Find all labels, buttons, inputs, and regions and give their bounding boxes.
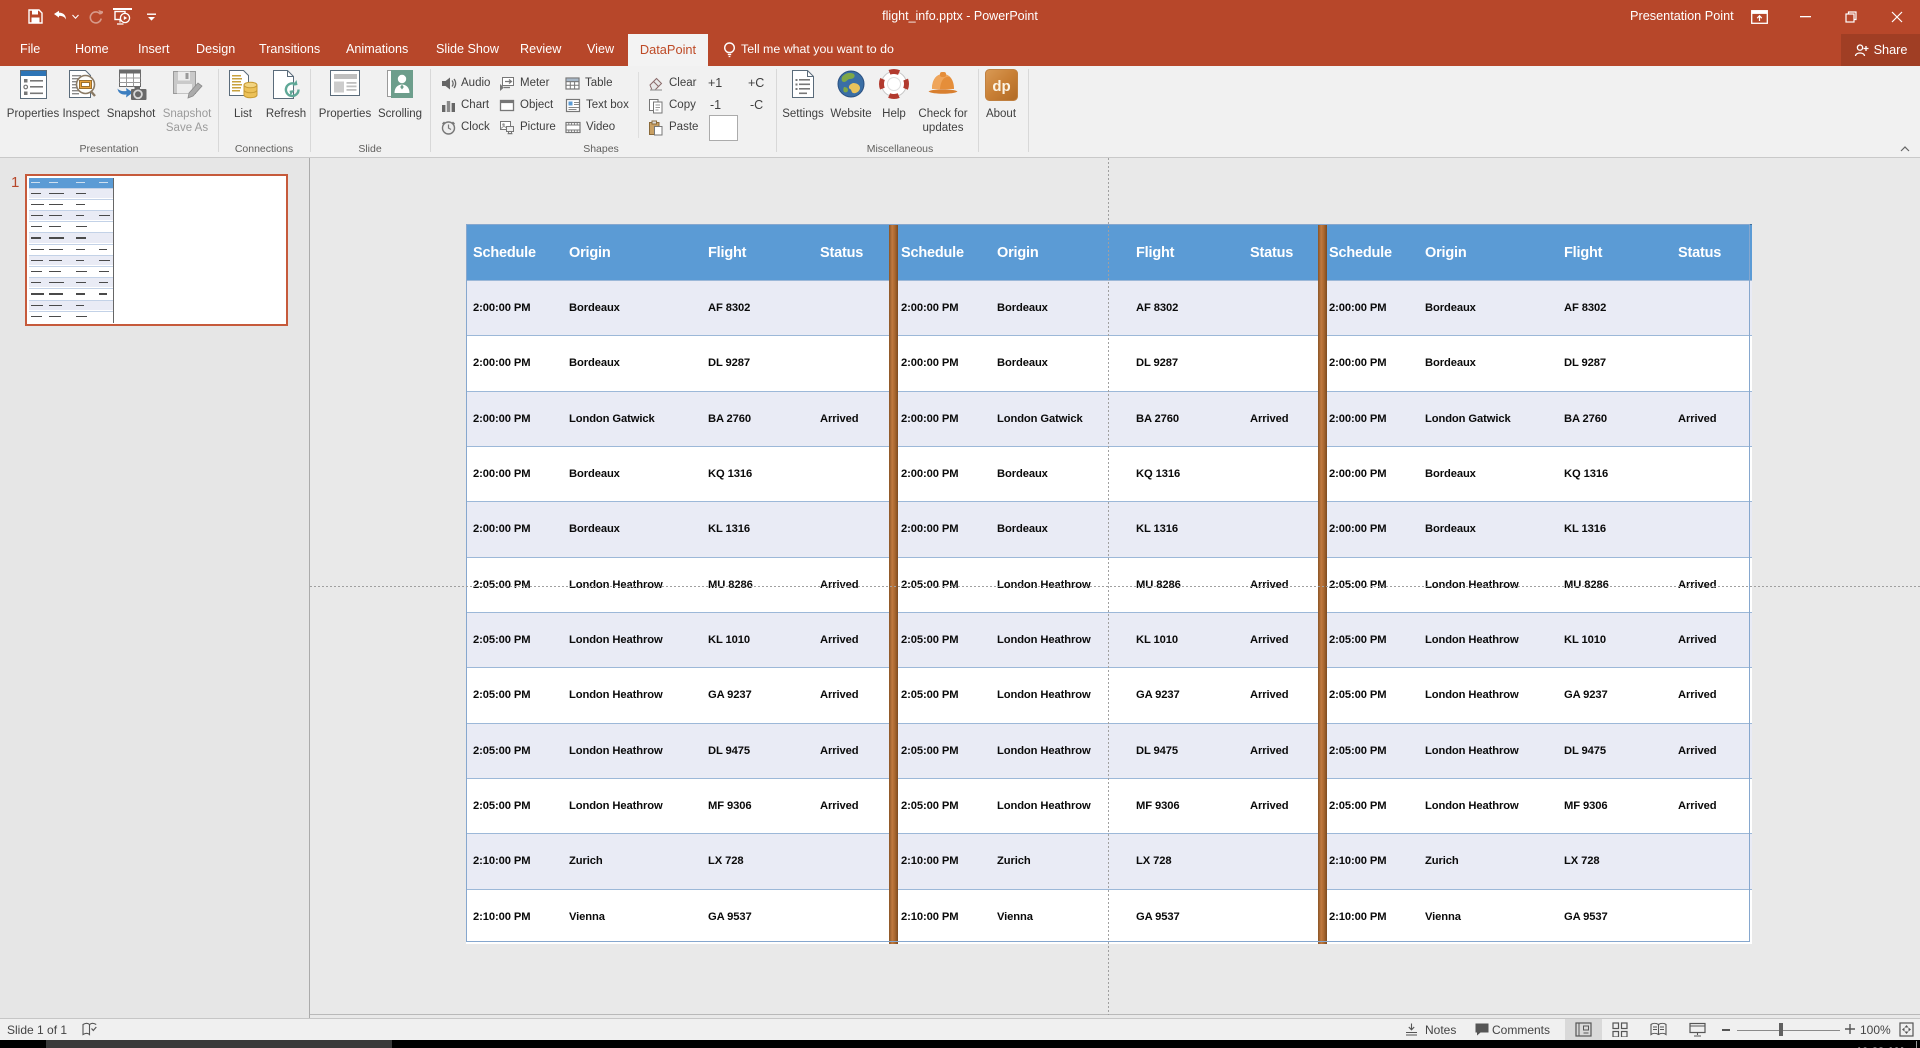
svg-text:dp: dp [992,78,1010,95]
